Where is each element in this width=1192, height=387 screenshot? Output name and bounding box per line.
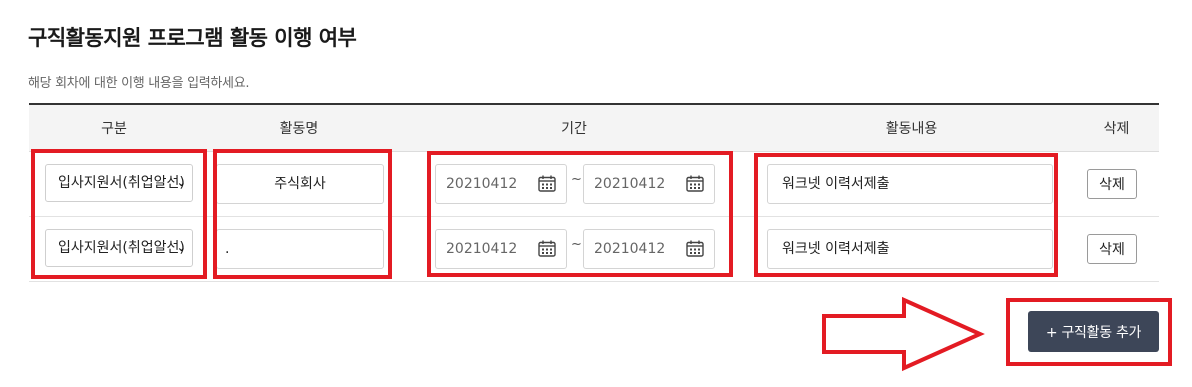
row-cell-1: 입사지원서(취업알선) ⌄ 주식회사 20210412 ~ 20210412 워… — [29, 152, 1159, 216]
category-select[interactable]: 입사지원서(취업알선) ⌄ — [45, 164, 193, 202]
date-range-separator: ~ — [571, 237, 582, 252]
calendar-icon[interactable] — [686, 175, 704, 192]
start-date-value: 20210412 — [446, 241, 518, 257]
header-category: 구분 — [29, 105, 199, 152]
calendar-icon[interactable] — [686, 240, 704, 257]
activity-name-input[interactable]: 주식회사 — [216, 164, 384, 204]
page-title: 구직활동지원 프로그램 활동 이행 여부 — [28, 26, 357, 50]
calendar-icon[interactable] — [538, 240, 556, 257]
end-date-input[interactable]: 20210412 — [583, 229, 715, 269]
date-range-separator: ~ — [571, 172, 582, 187]
end-date-value: 20210412 — [594, 176, 666, 192]
category-select[interactable]: 입사지원서(취업알선) ⌄ — [45, 229, 193, 267]
delete-button[interactable]: 삭제 — [1087, 234, 1137, 264]
activity-table-container: 구분 활동명 기간 활동내용 삭제 입사지원서(취업알선) ⌄ 주식회사 202… — [29, 103, 1159, 282]
table-header-row: 구분 활동명 기간 활동내용 삭제 — [29, 105, 1159, 152]
header-delete: 삭제 — [1074, 105, 1159, 152]
activity-table: 구분 활동명 기간 활동내용 삭제 입사지원서(취업알선) ⌄ 주식회사 202… — [29, 105, 1159, 282]
header-activity-name: 활동명 — [199, 105, 399, 152]
activity-content-input[interactable]: 워크넷 이력서제출 — [767, 164, 1053, 204]
chevron-down-icon: ⌄ — [176, 176, 186, 189]
delete-button[interactable]: 삭제 — [1087, 169, 1137, 199]
table-row: 입사지원서(취업알선) ⌄ 주식회사 20210412 ~ 20210412 워… — [29, 151, 1159, 217]
page-description: 해당 회차에 대한 이행 내용을 입력하세요. — [28, 76, 250, 91]
calendar-icon[interactable] — [538, 175, 556, 192]
activity-content-input[interactable]: 워크넷 이력서제출 — [767, 229, 1053, 269]
activity-name-input[interactable]: . — [216, 229, 384, 269]
table-row: 입사지원서(취업알선) ⌄ . 20210412 ~ 20210412 워크넷 … — [29, 216, 1159, 282]
add-job-activity-button[interactable]: + 구직활동 추가 — [1028, 311, 1159, 352]
header-activity-content: 활동내용 — [749, 105, 1074, 152]
arrow-right-icon — [822, 296, 985, 372]
category-select-value: 입사지원서(취업알선) — [58, 175, 185, 191]
category-select-value: 입사지원서(취업알선) — [58, 240, 185, 256]
start-date-value: 20210412 — [446, 176, 518, 192]
chevron-down-icon: ⌄ — [176, 241, 186, 254]
start-date-input[interactable]: 20210412 — [435, 164, 567, 204]
start-date-input[interactable]: 20210412 — [435, 229, 567, 269]
end-date-input[interactable]: 20210412 — [583, 164, 715, 204]
header-period: 기간 — [399, 105, 749, 152]
end-date-value: 20210412 — [594, 241, 666, 257]
row-cell-2: 입사지원서(취업알선) ⌄ . 20210412 ~ 20210412 워크넷 … — [29, 217, 1159, 281]
